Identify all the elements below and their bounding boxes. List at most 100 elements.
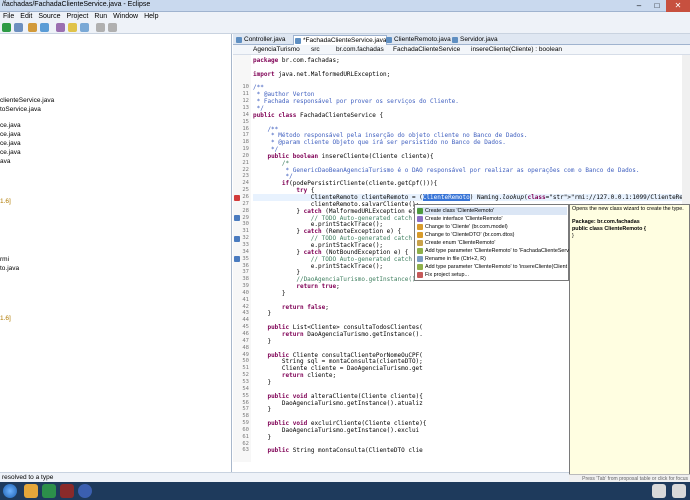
java-file-icon — [386, 37, 392, 43]
menu-edit[interactable]: Edit — [17, 13, 35, 20]
quickfix-change-to-clientedto[interactable]: Change to 'ClienteDTO' (br.com.dtos) — [417, 231, 567, 239]
menu-file[interactable]: File — [0, 13, 17, 20]
list-item[interactable]: rmi — [0, 256, 9, 263]
line-number: 19 — [242, 146, 249, 153]
quickfix-create-class[interactable]: Create class 'ClienteRemoto' — [417, 207, 567, 215]
breadcrumb-class[interactable]: FachadaClienteService — [393, 45, 460, 55]
breadcrumb-package[interactable]: br.com.fachadas — [336, 45, 384, 55]
menu-source[interactable]: Source — [35, 13, 63, 20]
quickfix-add-type-parameter-method[interactable]: Add type parameter 'ClienteRemoto' to 'i… — [417, 263, 567, 271]
breadcrumb-project[interactable]: AgenciaTurismo — [253, 45, 300, 55]
minimize-button[interactable]: – — [630, 0, 648, 12]
change-icon — [417, 224, 423, 230]
code-line[interactable]: } — [253, 406, 271, 413]
search-icon[interactable] — [56, 23, 65, 32]
quickfix-create-interface[interactable]: Create interface 'ClienteRemoto' — [417, 215, 567, 223]
line-number: 47 — [242, 337, 249, 344]
task-marker-icon[interactable] — [234, 215, 240, 222]
list-item[interactable]: 1.6] — [0, 315, 11, 322]
line-number: 37 — [242, 269, 249, 276]
code-line[interactable]: return DaoAgenciaTurismo.getInstance(). — [253, 331, 423, 338]
breadcrumb-src[interactable]: src — [311, 45, 320, 55]
app-icon[interactable] — [42, 484, 56, 498]
tab-controller[interactable]: Controller.java — [235, 35, 286, 45]
tab-cliente-remoto[interactable]: ClienteRemoto.java — [385, 35, 451, 45]
list-item[interactable]: toService.java — [0, 106, 41, 113]
tab-label: Servidor.java — [460, 36, 498, 43]
folder-icon[interactable] — [24, 484, 38, 498]
line-number: 39 — [242, 283, 249, 290]
code-line[interactable]: import java.net.MalformedURLException; — [253, 71, 390, 78]
tray-icon[interactable] — [652, 484, 666, 498]
maximize-button[interactable]: □ — [648, 0, 666, 12]
code-line[interactable]: DaoAgenciaTurismo.getInstance().atualiz — [253, 400, 423, 407]
quickfix-create-enum[interactable]: Create enum 'ClienteRemoto' — [417, 239, 567, 247]
code-line[interactable]: } — [253, 379, 271, 386]
list-item[interactable]: 1.6] — [0, 198, 11, 205]
package-icon[interactable] — [28, 23, 37, 32]
task-marker-icon[interactable] — [234, 256, 240, 263]
line-number: 63 — [242, 447, 249, 454]
code-line[interactable]: } — [253, 434, 271, 441]
line-number: 33 — [242, 241, 249, 248]
menu-run[interactable]: Run — [91, 13, 110, 20]
run-icon[interactable] — [2, 23, 11, 32]
list-item[interactable]: ce.java — [0, 122, 21, 129]
line-number: 24 — [242, 180, 249, 187]
quickfix-change-to-cliente[interactable]: Change to 'Cliente' (br.com.model) — [417, 223, 567, 231]
eclipse-icon[interactable] — [60, 484, 74, 498]
code-line[interactable]: } — [253, 290, 286, 297]
menu-project[interactable]: Project — [64, 13, 92, 20]
code-line[interactable]: package br.com.fachadas; — [253, 57, 340, 64]
start-icon[interactable] — [3, 484, 17, 498]
quickfix-rename-in-file[interactable]: Rename in file (Ctrl+2, R) — [417, 255, 567, 263]
list-item[interactable]: ava — [0, 158, 10, 165]
tray-icon[interactable] — [672, 484, 686, 498]
edit-icon[interactable] — [68, 23, 77, 32]
line-number: 50 — [242, 358, 249, 365]
browser-icon[interactable] — [78, 484, 92, 498]
code-line[interactable]: * GenericDaoBeanAgenciaTurismo é o DAO r… — [253, 167, 640, 174]
list-item[interactable]: to.java — [0, 265, 19, 272]
line-number: 57 — [242, 406, 249, 413]
new-class-icon[interactable] — [40, 23, 49, 32]
code-line[interactable]: } — [253, 338, 271, 345]
task-marker-icon[interactable] — [234, 235, 240, 242]
tab-servidor[interactable]: Servidor.java — [451, 35, 498, 45]
error-marker-icon[interactable] — [234, 194, 240, 201]
list-item[interactable]: ce.java — [0, 149, 21, 156]
menu-window[interactable]: Window — [110, 13, 141, 20]
line-number: 16 — [242, 125, 249, 132]
line-number: 10 — [242, 84, 249, 91]
quickfix-label: Create enum 'ClienteRemoto' — [425, 240, 496, 246]
line-number: 14 — [242, 111, 249, 118]
os-taskbar — [0, 482, 690, 500]
quickfix-fix-project-setup[interactable]: Fix project setup... — [417, 271, 567, 279]
quickfix-add-type-parameter-class[interactable]: Add type parameter 'ClienteRemoto' to 'F… — [417, 247, 573, 255]
list-item[interactable]: clienteService.java — [0, 97, 54, 104]
forward-icon[interactable] — [108, 23, 117, 32]
code-line[interactable]: DaoAgenciaTurismo.getInstance().exclui — [253, 427, 419, 434]
code-line[interactable]: public String montaConsulta(ClienteDTO c… — [253, 447, 422, 454]
list-item[interactable]: ce.java — [0, 131, 21, 138]
code-line[interactable]: * Fachada responsável por prover os serv… — [253, 98, 459, 105]
line-number: 43 — [242, 310, 249, 317]
window-controls: – □ ✕ — [630, 0, 690, 12]
code-line[interactable]: public class FachadaClienteService { — [253, 112, 383, 119]
code-line[interactable]: * @param cliente Objeto que irá ser pers… — [253, 139, 506, 146]
new-enum-icon — [417, 240, 423, 246]
list-item[interactable]: ce.java — [0, 140, 21, 147]
status-text: resolved to a type — [2, 474, 54, 481]
code-line[interactable]: } — [253, 310, 271, 317]
open-type-icon[interactable] — [80, 23, 89, 32]
close-button[interactable]: ✕ — [666, 0, 690, 12]
menu-bar: File Edit Source Project Run Window Help — [0, 12, 690, 21]
back-icon[interactable] — [96, 23, 105, 32]
line-number: 36 — [242, 262, 249, 269]
line-number: 18 — [242, 139, 249, 146]
breadcrumb-method[interactable]: insereCliente(Cliente) : boolean — [471, 45, 562, 55]
new-class-icon — [417, 208, 423, 214]
dropdown-icon[interactable] — [14, 23, 23, 32]
info-class-declaration: public class ClienteRemoto { — [572, 226, 646, 232]
menu-help[interactable]: Help — [141, 13, 161, 20]
